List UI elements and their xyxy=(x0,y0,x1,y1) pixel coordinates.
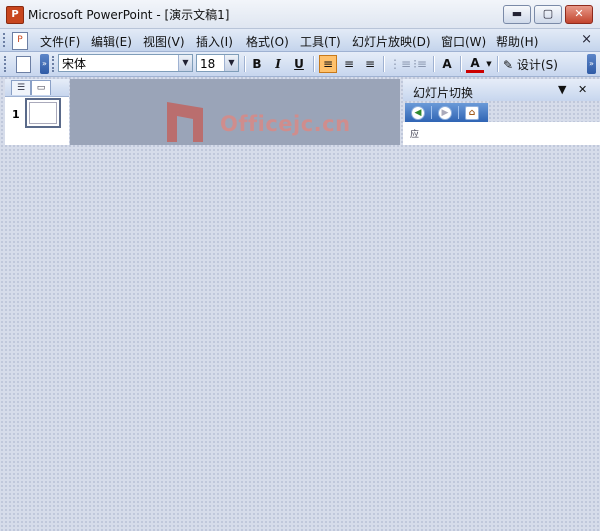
toolbar-separator xyxy=(244,56,246,72)
chevron-down-icon[interactable]: ▼ xyxy=(224,55,238,71)
menu-insert[interactable]: 插入(I) xyxy=(196,33,233,50)
bold-button[interactable]: B xyxy=(248,55,266,73)
watermark-logo-icon xyxy=(167,102,203,142)
design-button[interactable]: ✎ 设计(S) xyxy=(503,56,558,73)
home-icon[interactable]: ⌂ xyxy=(465,106,479,120)
menu-grip-handle[interactable] xyxy=(3,33,8,47)
menu-window[interactable]: 窗口(W) xyxy=(441,33,486,50)
numbering-button[interactable]: ⋮≡ xyxy=(389,55,411,73)
font-name-combo[interactable]: 宋体 ▼ xyxy=(58,54,193,72)
align-left-button[interactable]: ≡ xyxy=(319,55,337,73)
maximize-button[interactable]: ▢ xyxy=(534,5,562,24)
menu-view[interactable]: 视图(V) xyxy=(143,33,185,50)
back-icon[interactable]: ◀ xyxy=(411,106,425,120)
nav-separator xyxy=(458,106,459,119)
menu-file[interactable]: 文件(F) xyxy=(40,33,80,50)
menu-format[interactable]: 格式(O) xyxy=(246,33,289,50)
slide-number: 1 xyxy=(12,108,20,121)
task-pane-menu-icon[interactable]: ▼ xyxy=(558,83,566,96)
align-center-button[interactable]: ≡ xyxy=(340,55,358,73)
toolbar-separator xyxy=(313,56,315,72)
align-right-button[interactable]: ≡ xyxy=(361,55,379,73)
nav-separator xyxy=(431,106,432,119)
design-icon: ✎ xyxy=(503,58,514,72)
menu-edit[interactable]: 编辑(E) xyxy=(91,33,132,50)
bullets-button[interactable]: ⁝≡ xyxy=(411,55,429,73)
menu-tools[interactable]: 工具(T) xyxy=(300,33,341,50)
title-bar: P Microsoft PowerPoint - [演示文稿1] ▬ ▢ ✕ xyxy=(0,0,600,29)
watermark-text: Officejc.cn xyxy=(220,112,351,136)
task-pane-body-text: 应 xyxy=(410,130,420,140)
task-pane-body xyxy=(403,122,600,145)
font-size-combo[interactable]: 18 ▼ xyxy=(196,54,239,72)
chevron-down-icon[interactable]: ▼ xyxy=(484,55,494,73)
menu-help[interactable]: 帮助(H) xyxy=(496,33,538,50)
toolbar-grip-handle[interactable] xyxy=(4,56,9,72)
toolbar-separator xyxy=(383,56,385,72)
chevron-down-icon[interactable]: ▼ xyxy=(178,55,192,71)
task-pane-close-icon[interactable]: ✕ xyxy=(578,83,587,96)
toolbar-options-chevron[interactable]: » xyxy=(40,54,49,74)
forward-icon[interactable]: ▶ xyxy=(438,106,452,120)
slides-tab-icon[interactable]: ▭ xyxy=(31,80,51,95)
font-color-button[interactable]: A xyxy=(466,55,484,73)
powerpoint-app-icon[interactable]: P xyxy=(6,6,24,24)
document-close-icon[interactable]: × xyxy=(581,32,592,47)
new-document-icon[interactable] xyxy=(16,56,31,73)
toolbar-options-chevron-2[interactable]: » xyxy=(587,54,596,74)
menu-bar: P 文件(F) 编辑(E) 视图(V) 插入(I) 格式(O) 工具(T) 幻灯… xyxy=(0,29,600,52)
minimize-button[interactable]: ▬ xyxy=(503,5,531,24)
menu-slideshow[interactable]: 幻灯片放映(D) xyxy=(352,33,431,50)
outline-tab-icon[interactable]: ☰ xyxy=(11,80,31,95)
toolbar-separator xyxy=(433,56,435,72)
close-button[interactable]: ✕ xyxy=(565,5,593,24)
window-title: Microsoft PowerPoint - [演示文稿1] xyxy=(28,8,230,22)
italic-button[interactable]: I xyxy=(269,55,287,73)
underline-button[interactable]: U xyxy=(290,55,308,73)
task-pane-title[interactable]: 幻灯片切换 xyxy=(413,84,473,101)
slide-thumbnail[interactable] xyxy=(25,98,61,128)
design-label: 设计(S) xyxy=(516,58,558,72)
toolbar-grip-handle-2[interactable] xyxy=(52,56,57,72)
toolbar-separator xyxy=(460,56,462,72)
slides-panel-tabs: ☰ ▭ xyxy=(5,79,69,97)
grow-font-button[interactable]: A xyxy=(438,55,456,73)
font-name-value: 宋体 xyxy=(62,57,87,71)
formatting-toolbar: » 宋体 ▼ 18 ▼ B I U ≡ ≡ ≡ ⋮≡ ⁝≡ A A ▼ ✎ 设计… xyxy=(0,52,600,77)
toolbar-separator xyxy=(497,56,499,72)
document-icon[interactable]: P xyxy=(12,32,28,50)
font-size-value: 18 xyxy=(200,57,216,71)
